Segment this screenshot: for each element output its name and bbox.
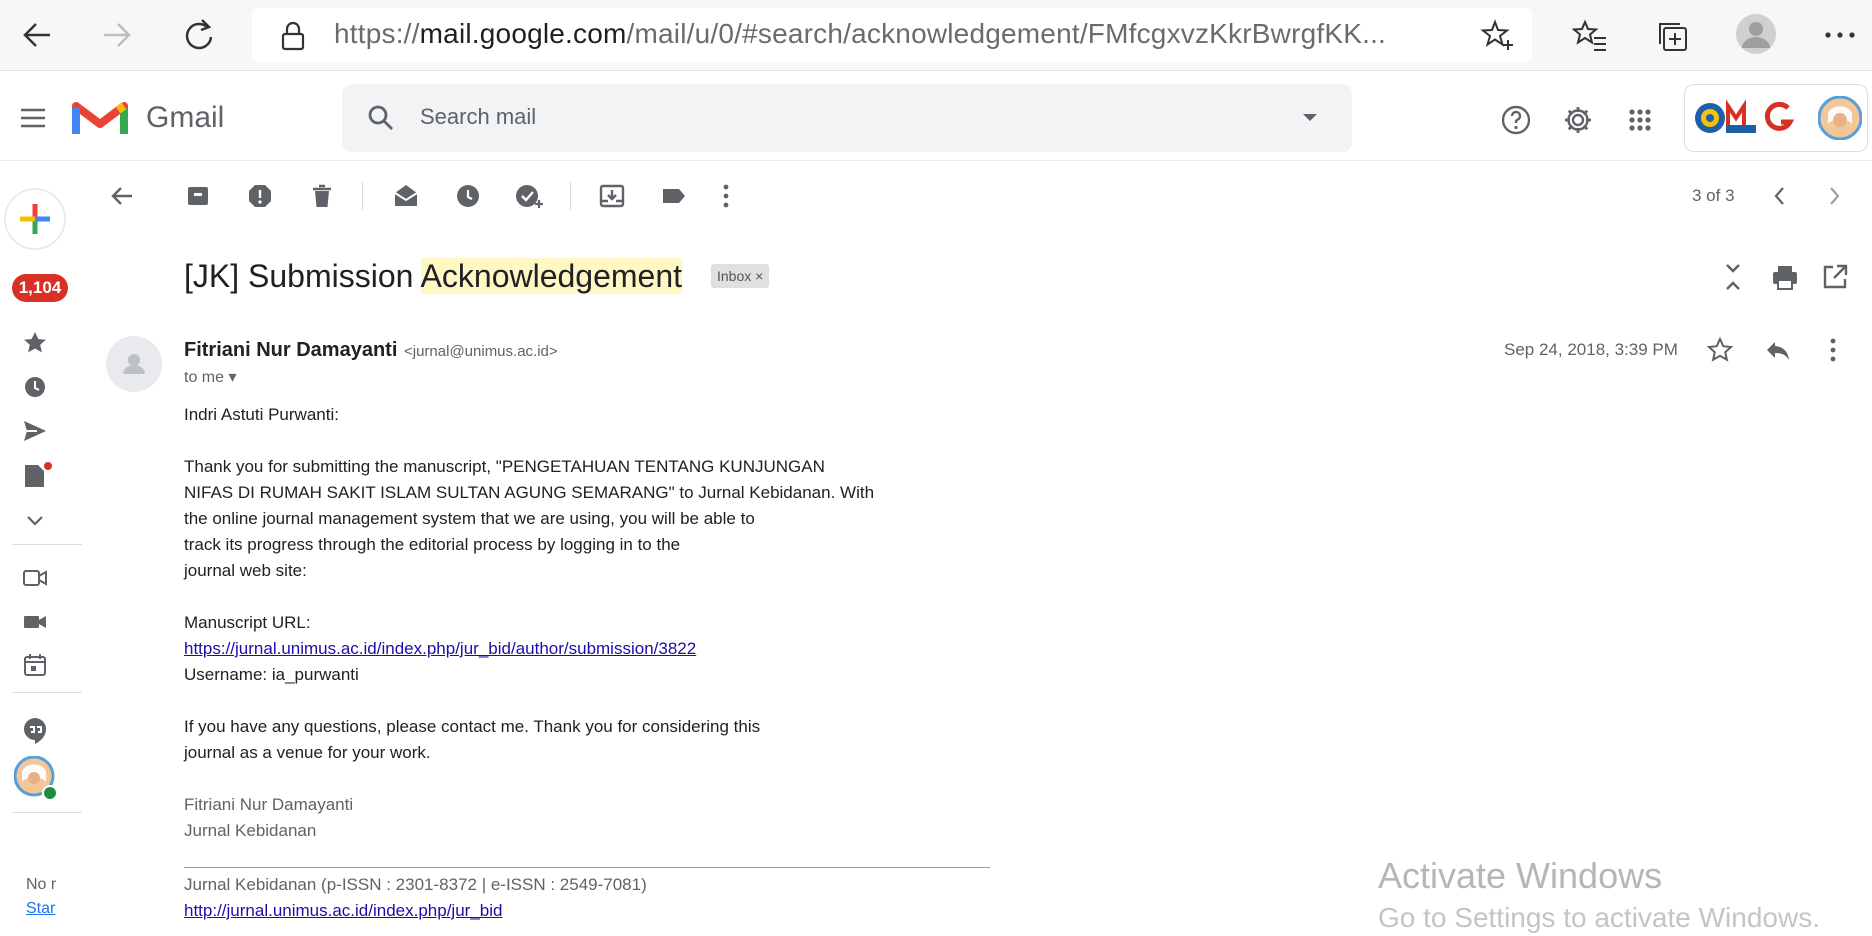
- inbox-unread-count-badge[interactable]: 1,104: [12, 274, 68, 302]
- manuscript-url-link[interactable]: https://jurnal.unimus.ac.id/index.php/ju…: [184, 636, 696, 662]
- move-to-icon[interactable]: [598, 182, 626, 210]
- collections-icon[interactable]: [1656, 18, 1692, 54]
- footer-issn: Jurnal Kebidanan (p-ISSN : 2301-8372 | e…: [184, 875, 647, 894]
- organization-logo-icon: [1692, 92, 1802, 142]
- search-options-dropdown-icon[interactable]: [1300, 110, 1320, 124]
- search-term-highlight: Acknowledgement: [420, 258, 683, 294]
- compose-button[interactable]: [2, 186, 68, 252]
- email-subject: [JK] Submission Acknowledgement: [184, 258, 683, 294]
- body-line: journal web site:: [184, 561, 307, 580]
- gmail-logo-icon[interactable]: [72, 98, 128, 138]
- signature-divider: [184, 867, 990, 868]
- inbox-label-chip[interactable]: Inbox ×: [711, 264, 770, 288]
- open-in-new-window-icon[interactable]: [1820, 262, 1850, 292]
- print-icon[interactable]: [1770, 262, 1800, 292]
- more-options-icon[interactable]: [1822, 22, 1858, 48]
- refresh-icon[interactable]: [180, 16, 218, 54]
- hangouts-chat-icon[interactable]: [22, 716, 48, 746]
- meet-join-video-icon[interactable]: [22, 610, 48, 634]
- message-pager: 3 of 3: [1692, 186, 1735, 205]
- signature-journal: Jurnal Kebidanan: [184, 821, 317, 840]
- message-date: Sep 24, 2018, 3:39 PM: [1504, 340, 1678, 359]
- activate-windows-watermark: Activate Windows: [1378, 855, 1663, 896]
- labels-icon[interactable]: [660, 182, 688, 210]
- search-input[interactable]: Search mail: [420, 102, 536, 132]
- profile-icon[interactable]: [1734, 12, 1778, 56]
- toolbar-separator: [362, 182, 363, 210]
- sender-name[interactable]: Fitriani Nur Damayanti: [184, 338, 397, 362]
- recipient-dropdown-icon[interactable]: ▾: [228, 369, 236, 386]
- sent-icon[interactable]: [22, 418, 48, 444]
- body-line: If you have any questions, please contac…: [184, 717, 761, 736]
- toolbar-separator: [570, 182, 571, 210]
- forward-arrow-icon[interactable]: [98, 16, 136, 54]
- snoozed-clock-icon[interactable]: [22, 374, 48, 400]
- body-line: track its progress through the editorial…: [184, 535, 681, 554]
- account-avatar[interactable]: [1818, 96, 1862, 140]
- favorites-icon[interactable]: [1572, 18, 1608, 54]
- body-line: NIFAS DI RUMAH SAKIT ISLAM SULTAN AGUNG …: [184, 483, 875, 502]
- mark-as-unread-icon[interactable]: [392, 182, 420, 210]
- settings-gear-icon[interactable]: [1562, 104, 1594, 136]
- calendar-icon[interactable]: [22, 652, 48, 678]
- sender-avatar[interactable]: [106, 336, 162, 392]
- more-labels-chevron-icon[interactable]: [24, 512, 46, 528]
- hangouts-start-link[interactable]: Star: [26, 898, 55, 920]
- meet-new-meeting-icon[interactable]: [22, 566, 48, 590]
- lock-icon: [278, 20, 308, 52]
- journal-website-link[interactable]: http://jurnal.unimus.ac.id/index.php/jur…: [184, 898, 502, 924]
- snooze-icon[interactable]: [454, 182, 482, 210]
- body-line: journal as a venue for your work.: [184, 743, 431, 762]
- manuscript-url-label: Manuscript URL:: [184, 613, 311, 632]
- add-favorite-star-icon[interactable]: [1480, 18, 1516, 54]
- report-spam-icon[interactable]: [246, 182, 274, 210]
- main-menu-icon[interactable]: [18, 104, 48, 132]
- archive-icon[interactable]: [184, 182, 212, 210]
- body-line: Thank you for submitting the manuscript,…: [184, 457, 825, 476]
- activate-windows-subtext: Go to Settings to activate Windows.: [1378, 902, 1820, 933]
- remove-label-icon[interactable]: ×: [755, 268, 763, 284]
- message-more-options-icon[interactable]: [1826, 336, 1840, 364]
- signature-name: Fitriani Nur Damayanti: [184, 795, 354, 814]
- url-text[interactable]: https://mail.google.com/mail/u/0/#search…: [334, 14, 1386, 54]
- reply-icon[interactable]: [1764, 336, 1792, 364]
- rail-divider: [12, 692, 82, 693]
- hangouts-status-text: No r: [26, 876, 57, 893]
- recipient-details[interactable]: to me ▾: [184, 368, 237, 388]
- help-icon[interactable]: [1500, 104, 1532, 136]
- body-greeting: Indri Astuti Purwanti:: [184, 405, 339, 424]
- older-message-chevron-icon[interactable]: [1824, 184, 1844, 208]
- search-icon[interactable]: [366, 103, 396, 133]
- starred-icon[interactable]: [22, 330, 48, 356]
- more-actions-icon[interactable]: [718, 182, 734, 210]
- username-line: Username: ia_purwanti: [184, 665, 359, 684]
- drafts-icon[interactable]: [22, 462, 54, 490]
- newer-message-chevron-icon[interactable]: [1770, 184, 1790, 208]
- collapse-all-icon[interactable]: [1720, 262, 1746, 292]
- star-message-icon[interactable]: [1706, 336, 1734, 364]
- delete-trash-icon[interactable]: [308, 182, 336, 210]
- google-apps-icon[interactable]: [1624, 104, 1656, 136]
- add-to-tasks-icon[interactable]: [514, 182, 544, 210]
- rail-divider: [12, 812, 82, 813]
- back-to-search-icon[interactable]: [108, 182, 136, 210]
- sender-email: <jurnal@unimus.ac.id>: [404, 343, 558, 360]
- body-line: the online journal management system tha…: [184, 509, 755, 528]
- back-arrow-icon[interactable]: [18, 16, 56, 54]
- rail-divider: [12, 544, 82, 545]
- hangouts-contact-avatar[interactable]: [14, 756, 60, 802]
- gmail-wordmark: Gmail: [146, 101, 225, 134]
